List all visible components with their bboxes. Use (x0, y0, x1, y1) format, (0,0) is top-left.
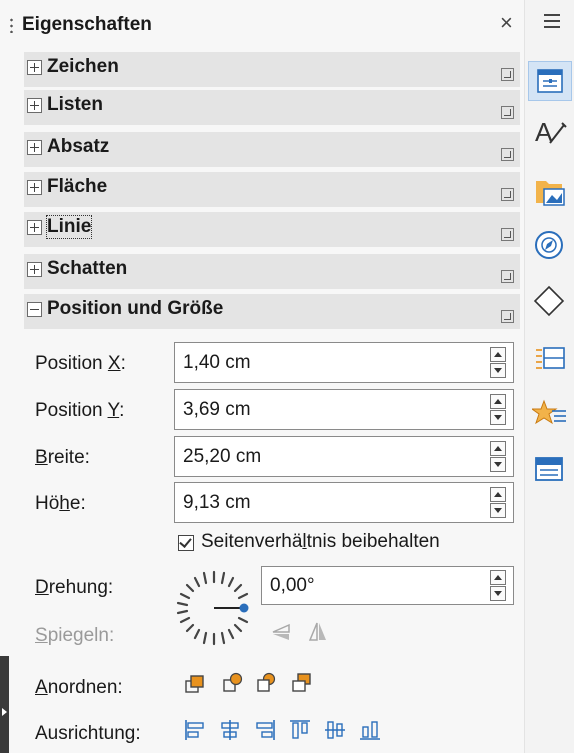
section-absatz[interactable]: Absatz (24, 132, 520, 167)
position-x-field[interactable]: 1,40 cm (174, 342, 514, 383)
keep-ratio-checkbox[interactable] (178, 535, 194, 551)
align-right-icon[interactable] (253, 718, 277, 742)
align-top-icon[interactable] (288, 718, 312, 742)
position-x-value[interactable]: 1,40 cm (183, 352, 251, 374)
expand-icon[interactable] (27, 140, 42, 155)
width-field[interactable]: 25,20 cm (174, 436, 514, 477)
position-y-field[interactable]: 3,69 cm (174, 389, 514, 430)
rotation-label: Drehung: (35, 577, 114, 598)
section-label: Position und Größe (47, 298, 224, 319)
more-options-icon[interactable] (501, 270, 514, 283)
decrement-icon[interactable] (490, 457, 506, 472)
increment-icon[interactable] (490, 347, 506, 362)
slide-transition-icon[interactable] (532, 452, 568, 488)
rotation-field[interactable]: 0,00° (261, 566, 514, 605)
align-center-icon[interactable] (218, 718, 242, 742)
decrement-icon[interactable] (490, 363, 506, 378)
position-x-label: Position X: (35, 353, 126, 374)
position-y-label: Position Y: (35, 400, 125, 421)
arrange-label: Anordnen: (35, 677, 123, 698)
align-middle-icon[interactable] (323, 718, 347, 742)
decrement-icon[interactable] (490, 410, 506, 425)
more-options-icon[interactable] (501, 148, 514, 161)
height-field[interactable]: 9,13 cm (174, 482, 514, 523)
sidebar-menu-icon[interactable] (544, 14, 560, 28)
section-label: Listen (47, 94, 103, 115)
section-label: Absatz (47, 136, 110, 157)
flip-label: Spiegeln: (35, 625, 115, 646)
section-listen[interactable]: Listen (24, 90, 520, 125)
expand-icon[interactable] (27, 262, 42, 277)
section-label: Zeichen (47, 56, 119, 77)
panel-title: Eigenschaften (22, 14, 152, 35)
section-label: Schatten (47, 258, 128, 279)
increment-icon[interactable] (490, 487, 506, 502)
expand-icon[interactable] (27, 220, 42, 235)
section-flaeche[interactable]: Fläche (24, 172, 520, 207)
align-left-icon[interactable] (183, 718, 207, 742)
align-label: Ausrichtung: (35, 723, 141, 744)
bring-to-front-icon[interactable] (183, 672, 207, 696)
flip-horizontal-icon[interactable] (307, 620, 329, 644)
more-options-icon[interactable] (501, 106, 514, 119)
styles-icon[interactable]: A (532, 115, 568, 151)
expand-icon[interactable] (27, 180, 42, 195)
height-label: Höhe: (35, 493, 86, 514)
send-backward-icon[interactable] (255, 671, 279, 695)
bring-forward-icon[interactable] (221, 671, 245, 695)
properties-panel: Eigenschaften × Zeichen Listen Absatz Fl… (0, 0, 524, 753)
height-value[interactable]: 9,13 cm (183, 492, 251, 514)
increment-icon[interactable] (490, 570, 506, 585)
increment-icon[interactable] (490, 441, 506, 456)
keep-ratio-label[interactable]: Seitenverhältnis beibehalten (201, 531, 440, 553)
section-linie[interactable]: Linie (24, 212, 520, 247)
animation-icon[interactable] (532, 397, 568, 433)
expand-icon[interactable] (27, 98, 42, 113)
section-schatten[interactable]: Schatten (24, 254, 520, 289)
collapse-icon[interactable] (27, 302, 42, 317)
gallery-icon[interactable] (532, 173, 568, 209)
section-zeichen[interactable]: Zeichen (24, 52, 520, 87)
properties-tab[interactable] (528, 61, 572, 101)
expand-icon[interactable] (27, 60, 42, 75)
rotation-dial[interactable] (172, 566, 256, 650)
sidebar-tab-bar (524, 0, 574, 753)
send-to-back-icon[interactable] (290, 671, 314, 695)
flip-vertical-icon[interactable] (269, 621, 293, 643)
width-label: Breite: (35, 447, 90, 468)
section-label: Fläche (47, 176, 108, 197)
position-y-value[interactable]: 3,69 cm (183, 399, 251, 421)
width-value[interactable]: 25,20 cm (183, 446, 261, 468)
increment-icon[interactable] (490, 394, 506, 409)
master-slides-icon[interactable] (532, 340, 568, 376)
decrement-icon[interactable] (490, 503, 506, 518)
panel-grip-icon[interactable] (10, 17, 13, 33)
section-label: Linie (45, 215, 93, 239)
more-options-icon[interactable] (501, 228, 514, 241)
decrement-icon[interactable] (490, 586, 506, 601)
more-options-icon[interactable] (501, 68, 514, 81)
navigator-icon[interactable] (532, 228, 568, 264)
align-bottom-icon[interactable] (358, 718, 382, 742)
shapes-icon[interactable] (532, 283, 568, 319)
properties-icon (537, 69, 563, 93)
sidebar-collapse-handle[interactable] (0, 656, 9, 753)
more-options-icon[interactable] (501, 188, 514, 201)
rotation-value[interactable]: 0,00° (270, 575, 315, 597)
more-options-icon[interactable] (501, 310, 514, 323)
section-position-groesse[interactable]: Position und Größe (24, 294, 520, 329)
close-panel-button[interactable]: × (500, 10, 513, 36)
